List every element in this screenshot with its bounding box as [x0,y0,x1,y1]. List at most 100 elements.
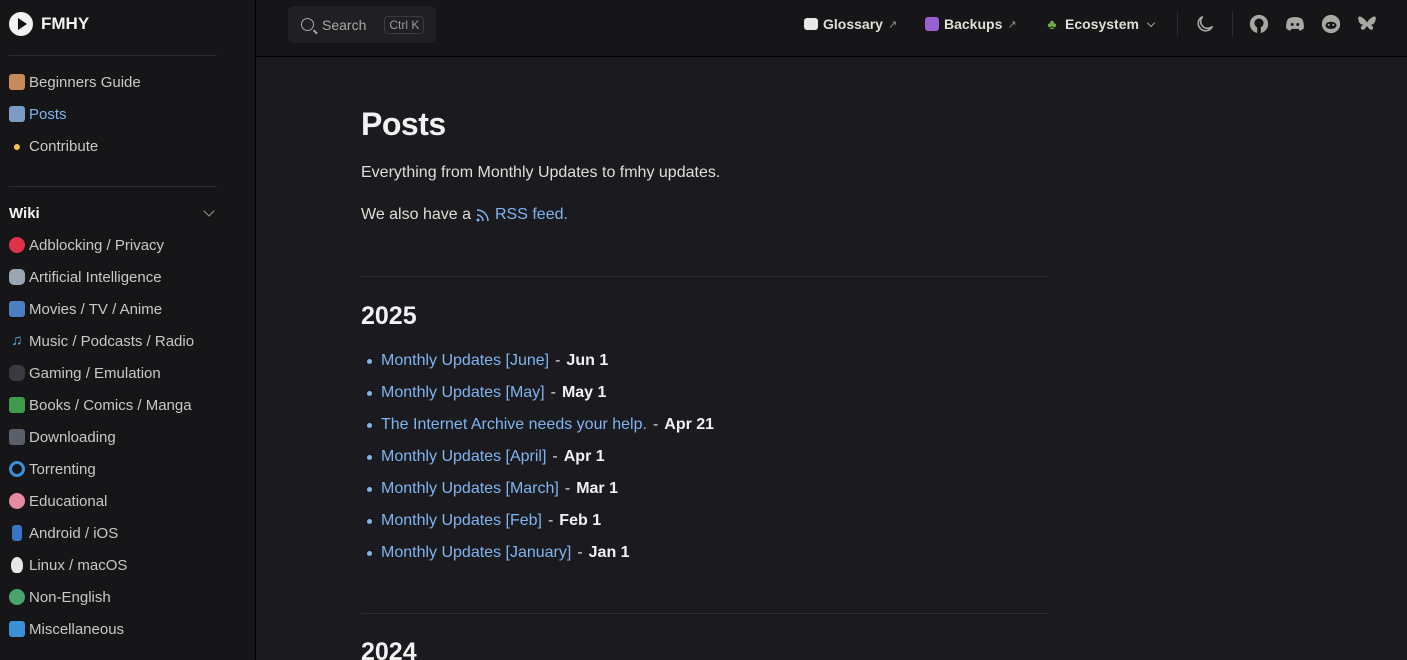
sidebar-item-label: Non-English [29,588,111,606]
tv-icon [9,301,25,317]
year-heading-2025: 2025 [361,302,417,330]
moon-icon[interactable] [1194,13,1216,35]
rss-paragraph: We also have a RSS feed. [361,206,568,224]
sidebar-item-label: Contribute [29,137,99,155]
stop-icon [9,237,25,253]
post-link[interactable]: Monthly Updates [January] [381,544,571,562]
rss-feed-link[interactable]: RSS feed. [475,206,568,224]
sidebar-item-books[interactable]: Books / Comics / Manga [9,394,192,416]
sidebar-item-adblocking[interactable]: Adblocking / Privacy [9,234,164,256]
external-link-icon: ↗ [887,18,898,31]
rss-icon [476,209,489,222]
sidebar-item-torrenting[interactable]: Torrenting [9,458,96,480]
post-item: Monthly Updates [January] - Jan 1 [367,542,630,564]
github-icon[interactable] [1248,13,1270,35]
discord-icon[interactable] [1284,13,1306,35]
nav-link-label: Backups [944,16,1003,32]
cyclone-icon [9,461,25,477]
sidebar-item-downloading[interactable]: Downloading [9,426,116,448]
post-link[interactable]: Monthly Updates [May] [381,384,545,402]
robot-icon [9,269,25,285]
post-item: The Internet Archive needs your help. - … [366,414,715,436]
nav-link-label: Ecosystem [1065,16,1139,32]
post-separator: - [547,512,554,529]
post-link[interactable]: Monthly Updates [April] [381,448,546,466]
sidebar-item-label: Books / Comics / Manga [29,396,192,414]
sidebar-item-label: Beginners Guide [29,73,141,91]
sidebar-item-label: Linux / macOS [29,556,128,574]
sidebar-item-label: Miscellaneous [29,620,125,638]
search-shortcut-badge: Ctrl K [384,15,425,34]
sidebar: FMHY Beginners Guide Posts ● Contribute … [0,0,256,660]
post-item: Monthly Updates [March] - Mar 1 [367,478,618,500]
search-label: Search [322,16,367,33]
post-link[interactable]: Monthly Updates [June] [381,352,549,370]
bluesky-icon[interactable] [1356,13,1378,35]
books-icon [9,74,25,90]
sidebar-item-contribute[interactable]: ● Contribute [9,135,98,157]
post-date: Apr 21 [664,416,715,433]
reddit-icon[interactable] [1320,13,1342,35]
folder-icon [9,621,25,637]
intro-text: Everything from Monthly Updates to fmhy … [361,164,721,181]
phone-icon [12,525,22,541]
post-date: May 1 [561,384,607,401]
post-date: Mar 1 [576,480,618,497]
post-date: Feb 1 [559,512,602,529]
sidebar-item-non-english[interactable]: Non-English [9,586,111,608]
nav-dropdown-ecosystem[interactable]: ♣ Ecosystem [1044,14,1158,34]
sidebar-item-beginners-guide[interactable]: Beginners Guide [9,71,141,93]
music-note-icon: ♫ [11,332,23,349]
page-icon [9,106,25,122]
post-separator: - [552,448,558,465]
nav-link-label: Glossary [823,16,883,32]
sidebar-item-label: Adblocking / Privacy [29,236,165,254]
sidebar-item-label: Educational [29,492,108,510]
year-heading-2024: 2024 [361,638,417,660]
sidebar-item-ai[interactable]: Artificial Intelligence [9,266,162,288]
section-divider [361,276,1049,277]
page-title: Posts [361,106,446,142]
search-button[interactable]: Search Ctrl K [288,6,436,43]
post-item: Monthly Updates [May] - May 1 [366,382,607,404]
sidebar-item-movies[interactable]: Movies / TV / Anime [9,298,162,320]
lightbulb-icon: ● [12,138,22,154]
sidebar-item-posts[interactable]: Posts [9,103,67,125]
search-icon [301,18,314,31]
sidebar-item-miscellaneous[interactable]: Miscellaneous [9,618,124,640]
post-link[interactable]: Monthly Updates [Feb] [381,512,542,530]
nav-link-backups[interactable]: Backups ↗ [925,14,1017,34]
sidebar-item-educational[interactable]: Educational [9,490,107,512]
floppy-icon [9,429,25,445]
post-item: Monthly Updates [April] - Apr 1 [367,446,605,468]
post-date: Jun 1 [566,352,609,369]
brain-icon [9,493,25,509]
wiki-heading: Wiki [9,204,40,222]
post-separator: - [555,352,561,369]
post-separator: - [564,480,571,497]
post-date: Jan 1 [588,544,630,561]
penguin-icon [11,557,23,573]
post-separator: - [652,416,659,433]
sidebar-item-gaming[interactable]: Gaming / Emulation [9,362,161,384]
post-item: Monthly Updates [Feb] - Feb 1 [366,510,602,532]
sidebar-item-music[interactable]: ♫ Music / Podcasts / Radio [9,330,194,352]
site-logo[interactable]: FMHY [9,12,89,36]
sidebar-item-label: Android / iOS [29,524,119,542]
floppy-icon [925,17,939,31]
topbar-divider [1232,12,1233,36]
rss-prefix-text: We also have a [361,206,471,223]
sidebar-item-android-ios[interactable]: Android / iOS [9,522,118,544]
chevron-down-icon [203,205,215,217]
sidebar-item-linux-macos[interactable]: Linux / macOS [9,554,127,576]
wiki-section-toggle[interactable]: Wiki [9,203,217,223]
post-link[interactable]: Monthly Updates [March] [381,480,559,498]
section-divider [361,613,1049,614]
gamepad-icon [9,365,25,381]
globe-icon [9,589,25,605]
post-link[interactable]: The Internet Archive needs your help. [381,416,647,434]
post-date: Apr 1 [563,448,605,465]
rss-feed-label: RSS feed. [495,206,568,223]
site-name: FMHY [41,14,90,33]
nav-link-glossary[interactable]: Glossary ↗ [804,14,897,34]
